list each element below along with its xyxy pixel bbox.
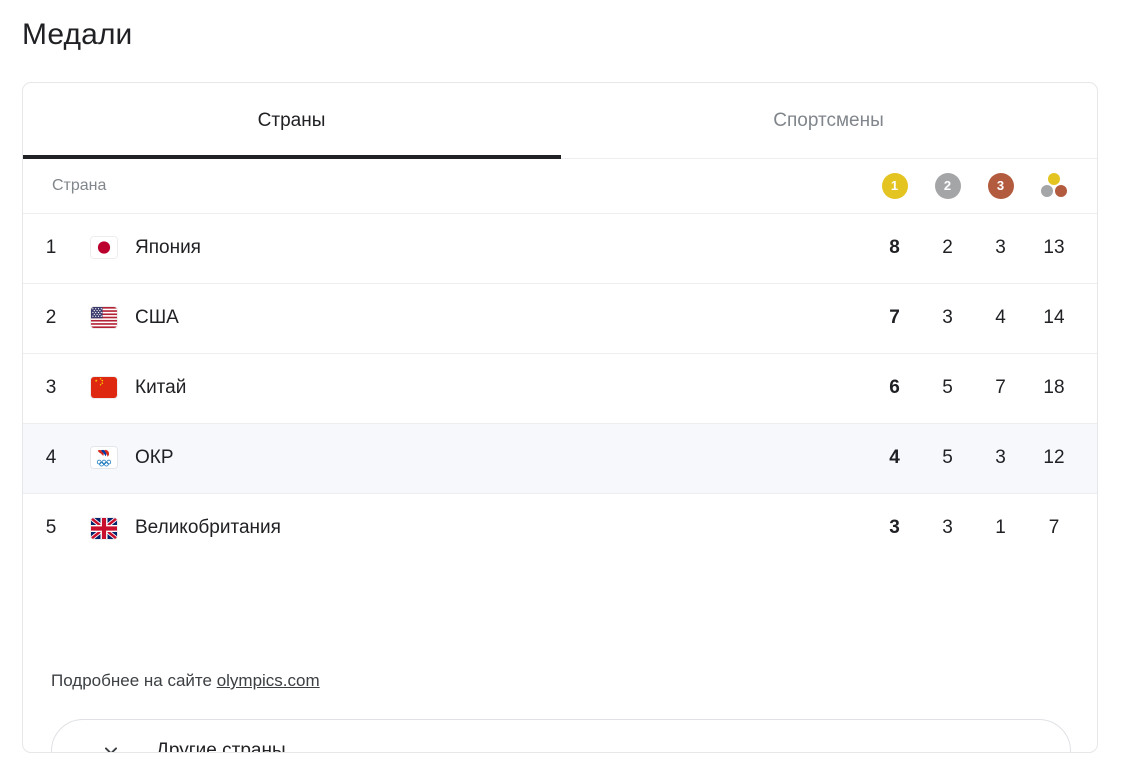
row-rank: 2	[45, 307, 57, 328]
column-header-silver: 2	[921, 159, 974, 214]
row-country-name: Китай	[135, 377, 187, 398]
row-total-count: 14	[1043, 307, 1065, 328]
flag-icon-jp	[91, 237, 117, 259]
more-info-line: Подробнее на сайте olympics.com	[51, 671, 320, 691]
table-row[interactable]: 5 Великобритания 3 3 1 7	[23, 493, 1097, 563]
tab-athletes-label: Спортсмены	[773, 110, 884, 131]
other-countries-label: Другие страны	[156, 740, 286, 753]
row-silver-count: 3	[942, 307, 953, 328]
row-gold-count: 3	[889, 517, 900, 539]
olympics-link[interactable]: olympics.com	[217, 671, 320, 690]
tab-bar: Страны Спортсмены	[23, 83, 1097, 159]
row-silver-count: 5	[942, 447, 953, 468]
row-country-name: Великобритания	[135, 517, 281, 539]
row-rank: 1	[45, 237, 57, 258]
flag-icon-roc	[91, 447, 117, 469]
tab-countries-label: Страны	[257, 110, 326, 131]
row-country-name: Япония	[135, 237, 201, 258]
tab-active-indicator	[23, 155, 561, 159]
row-silver-count: 3	[942, 517, 953, 539]
row-gold-count: 8	[889, 237, 900, 258]
medals-page: Медали Страны Спортсмены Страна 1 2 3 1 …	[0, 0, 1121, 775]
row-total-count: 12	[1043, 447, 1065, 468]
column-header-country: Страна	[23, 159, 868, 214]
column-header-total	[1027, 159, 1097, 214]
flag-icon-us	[91, 307, 117, 329]
row-country-name: США	[135, 307, 179, 328]
row-total-count: 7	[1048, 517, 1060, 539]
row-silver-count: 5	[942, 377, 953, 398]
silver-medal-icon: 2	[934, 172, 961, 199]
column-header-gold: 1	[868, 159, 921, 214]
bronze-medal-icon: 3	[987, 172, 1014, 199]
table-header: Страна 1 2 3	[23, 159, 1097, 214]
row-bronze-count: 3	[995, 447, 1006, 468]
row-flag-cell	[79, 353, 129, 423]
row-bronze-count: 7	[995, 377, 1006, 398]
other-countries-button[interactable]: Другие страны	[51, 719, 1071, 753]
row-rank: 5	[45, 517, 57, 539]
row-bronze-count: 4	[995, 307, 1006, 328]
row-gold-count: 4	[889, 447, 900, 468]
medal-standings-table: Страна 1 2 3 1 Япония 8 2 3 13 2 США 7 3…	[23, 159, 1097, 563]
column-header-bronze: 3	[974, 159, 1027, 214]
total-icon-gold-dot	[1048, 172, 1060, 185]
tab-countries[interactable]: Страны	[23, 83, 560, 159]
table-row[interactable]: 3 Китай 6 5 7 18	[23, 353, 1097, 423]
row-flag-cell	[79, 213, 129, 283]
row-flag-cell	[79, 283, 129, 353]
row-total-count: 13	[1043, 237, 1065, 258]
gold-medal-icon: 1	[881, 172, 908, 199]
table-row[interactable]: 4 ОКР 4 5 3 12	[23, 423, 1097, 493]
tab-athletes[interactable]: Спортсмены	[560, 83, 1097, 159]
row-flag-cell	[79, 423, 129, 493]
chevron-down-icon	[100, 740, 122, 752]
total-medals-icon	[1040, 172, 1068, 199]
row-bronze-count: 3	[995, 237, 1006, 258]
row-rank: 3	[45, 377, 57, 398]
row-gold-count: 7	[889, 307, 900, 328]
row-flag-cell	[79, 493, 129, 563]
row-rank: 4	[45, 447, 57, 468]
page-title: Медали	[22, 18, 133, 51]
table-row[interactable]: 1 Япония 8 2 3 13	[23, 213, 1097, 283]
table-row[interactable]: 2 США 7 3 4 14	[23, 283, 1097, 353]
table-header-row: Страна 1 2 3	[23, 159, 1097, 214]
medals-card: Страны Спортсмены Страна 1 2 3 1 Япония …	[22, 82, 1098, 753]
row-gold-count: 6	[889, 377, 900, 398]
total-icon-silver-dot	[1041, 184, 1053, 197]
flag-icon-cn	[91, 377, 117, 399]
row-country-name: ОКР	[135, 447, 174, 468]
table-body: 1 Япония 8 2 3 13 2 США 7 3 4 14 3 Китай 6 5 7 18 4 ОКР 4 5 3 1…	[23, 213, 1097, 563]
row-bronze-count: 1	[995, 517, 1006, 539]
more-info-prefix: Подробнее на сайте	[51, 671, 217, 690]
row-silver-count: 2	[942, 237, 953, 258]
flag-icon-gb	[91, 517, 117, 539]
total-icon-bronze-dot	[1055, 184, 1067, 197]
row-total-count: 18	[1043, 377, 1065, 398]
